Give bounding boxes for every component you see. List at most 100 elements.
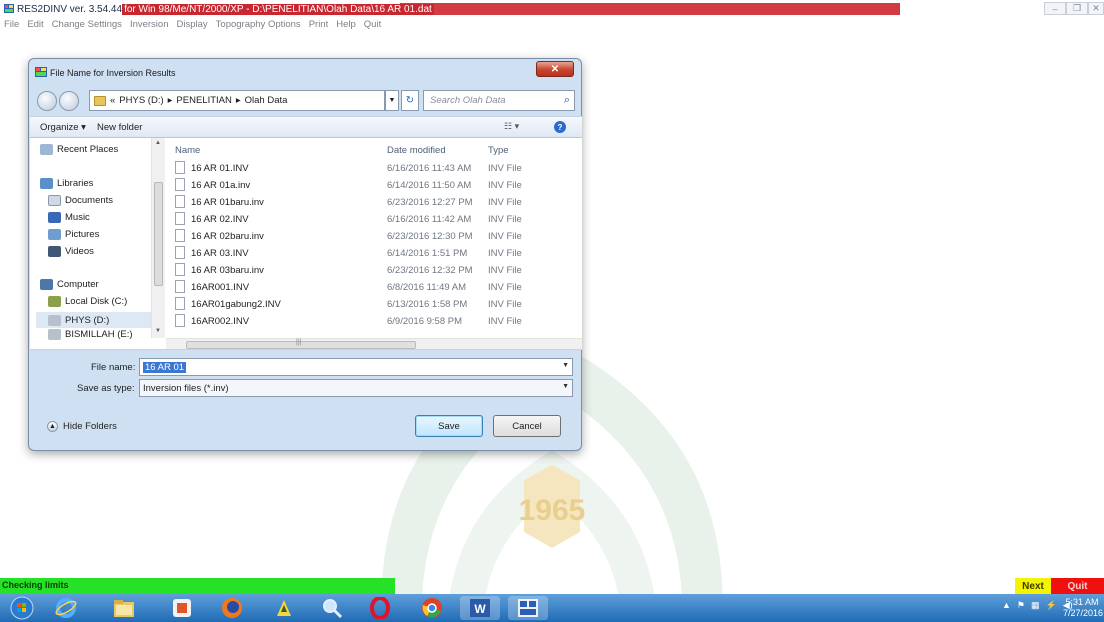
next-button[interactable]: Next: [1015, 578, 1051, 594]
save-type-label: Save as type:: [77, 383, 135, 394]
views-button[interactable]: ☷ ▾: [504, 121, 519, 132]
file-type: INV File: [488, 231, 522, 242]
media-player-icon[interactable]: [162, 596, 202, 620]
menu-edit[interactable]: Edit: [23, 18, 47, 32]
chrome-icon[interactable]: [412, 596, 452, 620]
nav-item-phys[interactable]: PHYS (D:): [36, 312, 156, 328]
breadcrumb-penelitian[interactable]: PENELITIAN: [176, 95, 231, 106]
scroll-up-arrow[interactable]: ▲: [155, 140, 161, 146]
menu-file[interactable]: File: [0, 18, 23, 32]
nav-item-computer[interactable]: Computer: [40, 279, 99, 290]
close-app-button[interactable]: ✕: [1088, 2, 1104, 15]
menu-topography-options[interactable]: Topography Options: [212, 18, 305, 32]
menu-change-settings[interactable]: Change Settings: [48, 18, 126, 32]
organize-button[interactable]: Organize ▾: [40, 122, 86, 133]
search-icon[interactable]: ⌕: [564, 94, 570, 107]
minimize-button[interactable]: –: [1044, 2, 1066, 15]
file-row[interactable]: 16AR002.INV 6/9/2016 9:58 PM INV File: [166, 313, 566, 330]
svg-text:W: W: [474, 602, 486, 616]
nav-scrollbar[interactable]: ▲ ▼: [151, 138, 165, 338]
breadcrumb-olah-data[interactable]: Olah Data: [245, 95, 288, 106]
nav-item-local-disk[interactable]: Local Disk (C:): [48, 296, 127, 307]
menu-inversion[interactable]: Inversion: [126, 18, 173, 32]
chevron-up-icon: ▲: [47, 421, 58, 432]
nav-item-label: Recent Places: [57, 144, 119, 155]
file-name-field[interactable]: 16 AR 01 ▼: [139, 358, 573, 376]
file-row[interactable]: 16 AR 02baru.inv 6/23/2016 12:30 PM INV Fi…: [166, 228, 566, 245]
file-row[interactable]: 16 AR 02.INV 6/16/2016 11:42 AM INV File: [166, 211, 566, 228]
breadcrumb-phys[interactable]: PHYS (D:): [119, 95, 163, 106]
nav-item-videos[interactable]: Videos: [48, 246, 94, 257]
nav-item-label: Libraries: [57, 178, 94, 189]
file-row[interactable]: 16 AR 01a.inv 6/14/2016 11:50 AM INV File: [166, 177, 566, 194]
flag-icon[interactable]: ⚑: [1017, 600, 1025, 611]
system-clock[interactable]: 5:31 AM 7/27/2016: [1063, 597, 1103, 619]
column-name[interactable]: Name: [175, 145, 200, 156]
nav-item-bismillah[interactable]: BISMILLAH (E:): [48, 329, 133, 340]
forward-button[interactable]: [59, 91, 79, 111]
cancel-button[interactable]: Cancel: [493, 415, 561, 437]
menu-print[interactable]: Print: [305, 18, 333, 32]
nav-item-libraries[interactable]: Libraries: [40, 178, 93, 189]
file-explorer-icon[interactable]: [104, 596, 144, 620]
file-name: 16 AR 01baru.inv: [191, 197, 264, 208]
chevron-down-icon[interactable]: ▼: [562, 383, 569, 390]
column-headers: Name Date modified Type: [166, 138, 566, 160]
nav-scroll-thumb[interactable]: [154, 182, 163, 286]
file-row[interactable]: 16 AR 01baru.inv 6/23/2016 12:27 PM INV Fi…: [166, 194, 566, 211]
title-highlight-bar: [400, 3, 900, 15]
app-title-text: RES2DINV ver. 3.54.44 for Win 98/Me/NT/2…: [17, 2, 434, 16]
horizontal-scrollbar[interactable]: |||: [166, 338, 582, 349]
help-icon[interactable]: ?: [554, 121, 566, 133]
search-tool-icon[interactable]: [312, 596, 352, 620]
nav-item-pictures[interactable]: Pictures: [48, 229, 99, 240]
nav-item-music[interactable]: Music: [48, 212, 90, 223]
network-icon[interactable]: ▦: [1031, 600, 1040, 611]
file-type: INV File: [488, 163, 522, 174]
menu-help[interactable]: Help: [332, 18, 360, 32]
watermark-year: 1965: [519, 494, 586, 527]
file-row[interactable]: 16 AR 01.INV 6/16/2016 11:43 AM INV File: [166, 160, 566, 177]
nav-item-documents[interactable]: Documents: [48, 195, 113, 206]
column-date-modified[interactable]: Date modified: [387, 145, 446, 156]
file-icon: [175, 297, 185, 310]
winamp-icon[interactable]: [264, 596, 304, 620]
chevron-down-icon[interactable]: ▼: [562, 362, 569, 369]
file-type: INV File: [488, 197, 522, 208]
file-type: INV File: [488, 248, 522, 259]
opera-icon[interactable]: [360, 596, 400, 620]
file-date: 6/16/2016 11:42 AM: [387, 214, 472, 225]
save-button[interactable]: Save: [415, 415, 483, 437]
save-type-select[interactable]: Inversion files (*.inv) ▼: [139, 379, 573, 397]
back-button[interactable]: [37, 91, 57, 111]
res2dinv-icon[interactable]: [508, 596, 548, 620]
file-date: 6/14/2016 1:51 PM: [387, 248, 468, 259]
nav-item-recent-places[interactable]: Recent Places: [40, 144, 118, 155]
file-row[interactable]: 16 AR 03baru.inv 6/23/2016 12:32 PM INV Fi…: [166, 262, 566, 279]
tray-expand-arrow[interactable]: ▲: [1002, 600, 1011, 611]
start-orb-icon[interactable]: [2, 596, 42, 620]
restore-button[interactable]: ❐: [1066, 2, 1088, 15]
search-input[interactable]: Search Olah Data ⌕: [423, 90, 575, 111]
breadcrumb-overflow[interactable]: «: [110, 95, 115, 106]
new-folder-button[interactable]: New folder: [97, 122, 142, 133]
hide-folders-button[interactable]: ▲ Hide Folders: [47, 421, 117, 432]
scroll-down-arrow[interactable]: ▼: [155, 328, 161, 334]
address-dropdown[interactable]: ▼: [385, 90, 399, 111]
power-icon[interactable]: ⚡: [1046, 600, 1057, 611]
address-bar[interactable]: « PHYS (D:) ▸ PENELITIAN ▸ Olah Data: [89, 90, 385, 111]
column-type[interactable]: Type: [488, 145, 509, 156]
file-date: 6/23/2016 12:27 PM: [387, 197, 473, 208]
word-icon[interactable]: W: [460, 596, 500, 620]
menu-display[interactable]: Display: [173, 18, 212, 32]
file-name: 16AR001.INV: [191, 282, 250, 293]
menu-quit[interactable]: Quit: [360, 18, 385, 32]
file-row[interactable]: 16 AR 03.INV 6/14/2016 1:51 PM INV File: [166, 245, 566, 262]
quit-button[interactable]: Quit: [1051, 578, 1104, 594]
internet-explorer-icon[interactable]: [46, 596, 86, 620]
firefox-icon[interactable]: [212, 596, 252, 620]
dialog-close-button[interactable]: ✕: [536, 61, 574, 77]
file-row[interactable]: 16AR001.INV 6/8/2016 11:49 AM INV File: [166, 279, 566, 296]
refresh-icon[interactable]: ↻: [401, 90, 419, 111]
file-row[interactable]: 16AR01gabung2.INV 6/13/2016 1:58 PM INV Fi…: [166, 296, 566, 313]
